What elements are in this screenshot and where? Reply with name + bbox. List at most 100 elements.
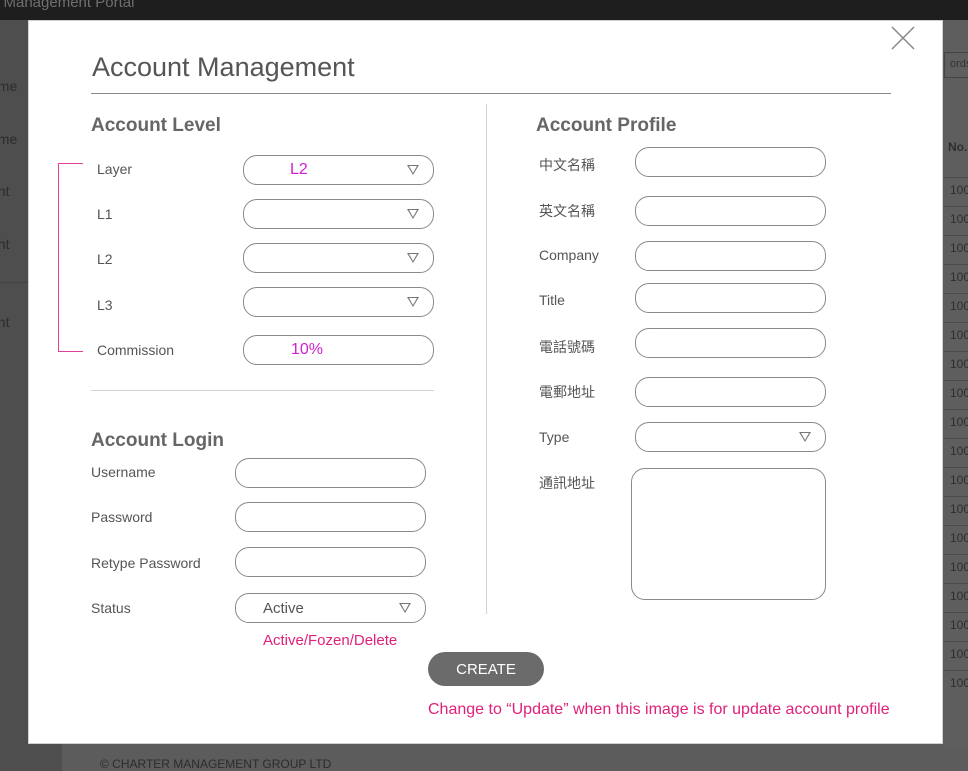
chevron-down-icon <box>407 165 419 175</box>
chevron-down-icon <box>407 297 419 307</box>
background-table-cell: 100 <box>950 241 968 255</box>
account-login-heading: Account Login <box>91 430 224 451</box>
l1-label: L1 <box>97 206 113 222</box>
background-table-cell: 100 <box>950 328 968 342</box>
title-label: Title <box>539 292 565 308</box>
background-row-divider <box>944 409 968 410</box>
chevron-down-icon <box>399 603 411 613</box>
background-row-divider <box>944 322 968 323</box>
background-row-divider <box>944 612 968 613</box>
phone-input[interactable] <box>635 328 826 358</box>
section-divider <box>91 390 434 391</box>
username-input[interactable] <box>235 458 426 488</box>
background-table-cell: 100 <box>950 531 968 545</box>
account-profile-heading: Account Profile <box>536 115 677 136</box>
background-table-cell: 100 <box>950 647 968 661</box>
background-footer: © CHARTER MANAGEMENT GROUP LTD <box>100 757 332 771</box>
background-table-cell: 100 <box>950 502 968 516</box>
background-row-divider <box>944 670 968 671</box>
background-row-divider <box>944 525 968 526</box>
company-label: Company <box>539 247 599 263</box>
type-select[interactable] <box>635 422 826 452</box>
commission-value: 10% <box>291 341 324 358</box>
background-table-cell: 100 <box>950 299 968 313</box>
background-table-cell: 100 <box>950 618 968 632</box>
background-app-title: er Management Portal <box>0 0 135 11</box>
background-row-divider <box>944 583 968 584</box>
chevron-down-icon <box>407 253 419 263</box>
title-input[interactable] <box>635 283 826 313</box>
background-table-cell: 100 <box>950 473 968 487</box>
phone-label: 電話號碼 <box>539 339 595 355</box>
english-name-input[interactable] <box>635 196 826 226</box>
modal-title: Account Management <box>92 52 355 82</box>
password-label: Password <box>91 509 153 525</box>
background-sidebar-item: eme <box>0 78 18 94</box>
background-row-divider <box>944 467 968 468</box>
background-row-divider <box>944 641 968 642</box>
close-icon[interactable] <box>889 24 917 52</box>
background-row-divider <box>944 554 968 555</box>
address-textarea[interactable] <box>631 468 826 600</box>
background-row-divider <box>944 351 968 352</box>
status-label: Status <box>91 600 131 616</box>
background-search-hint: ords <box>950 58 968 70</box>
background-row-divider <box>944 496 968 497</box>
background-table-cell: 100 <box>950 212 968 226</box>
email-input[interactable] <box>635 377 826 407</box>
status-note: Active/Fozen/Delete <box>263 632 398 649</box>
chevron-down-icon <box>799 432 811 442</box>
update-note: Change to “Update” when this image is fo… <box>428 701 890 718</box>
background-row-divider <box>944 264 968 265</box>
status-value: Active <box>263 600 304 617</box>
background-row-divider <box>944 177 968 178</box>
chinese-name-input[interactable] <box>635 147 826 177</box>
background-table-cell: 100 <box>950 415 968 429</box>
chevron-down-icon <box>407 209 419 219</box>
l1-select[interactable] <box>243 199 434 229</box>
background-table-cell: 100 <box>950 357 968 371</box>
background-sidebar-item: ent <box>0 314 10 330</box>
background-row-divider <box>944 293 968 294</box>
background-table-cell: 100 <box>950 386 968 400</box>
layer-value: L2 <box>290 161 308 178</box>
l2-label: L2 <box>97 251 113 267</box>
background-row-divider <box>944 438 968 439</box>
l2-select[interactable] <box>243 243 434 273</box>
password-input[interactable] <box>235 502 426 532</box>
background-table-cell: 100 <box>950 183 968 197</box>
create-button[interactable]: CREATE <box>428 652 544 686</box>
background-row-divider <box>944 380 968 381</box>
chinese-name-label: 中文名稱 <box>539 157 595 173</box>
background-topbar <box>0 0 968 20</box>
commission-label: Commission <box>97 342 175 358</box>
username-label: Username <box>91 464 156 480</box>
background-table-cell: 100 <box>950 589 968 603</box>
layer-select[interactable]: L2 <box>243 155 434 185</box>
background-table-cell: 100 <box>950 444 968 458</box>
title-divider <box>91 93 891 94</box>
layer-label: Layer <box>97 161 133 177</box>
background-sidebar-item: ent <box>0 183 10 199</box>
background-table-cell: 100 <box>950 676 968 690</box>
background-table-cell: 100 <box>950 560 968 574</box>
retype-password-label: Retype Password <box>91 555 201 571</box>
type-label: Type <box>539 429 570 445</box>
background-row-divider <box>944 235 968 236</box>
background-sidebar-item: eme <box>0 131 18 147</box>
annotation-bracket <box>58 163 83 352</box>
company-input[interactable] <box>635 241 826 271</box>
email-label: 電郵地址 <box>539 384 595 400</box>
l3-label: L3 <box>97 297 113 313</box>
background-sidebar-item: ent <box>0 236 10 252</box>
english-name-label: 英文名稱 <box>539 203 595 219</box>
column-divider <box>486 104 487 614</box>
background-row-divider <box>944 206 968 207</box>
l3-select[interactable] <box>243 287 434 317</box>
address-label: 通訊地址 <box>539 475 595 491</box>
commission-field[interactable]: 10% <box>243 335 434 365</box>
account-level-heading: Account Level <box>91 115 221 136</box>
background-table-header: No. <box>948 140 968 154</box>
retype-password-input[interactable] <box>235 547 426 577</box>
status-select[interactable]: Active <box>235 593 426 623</box>
